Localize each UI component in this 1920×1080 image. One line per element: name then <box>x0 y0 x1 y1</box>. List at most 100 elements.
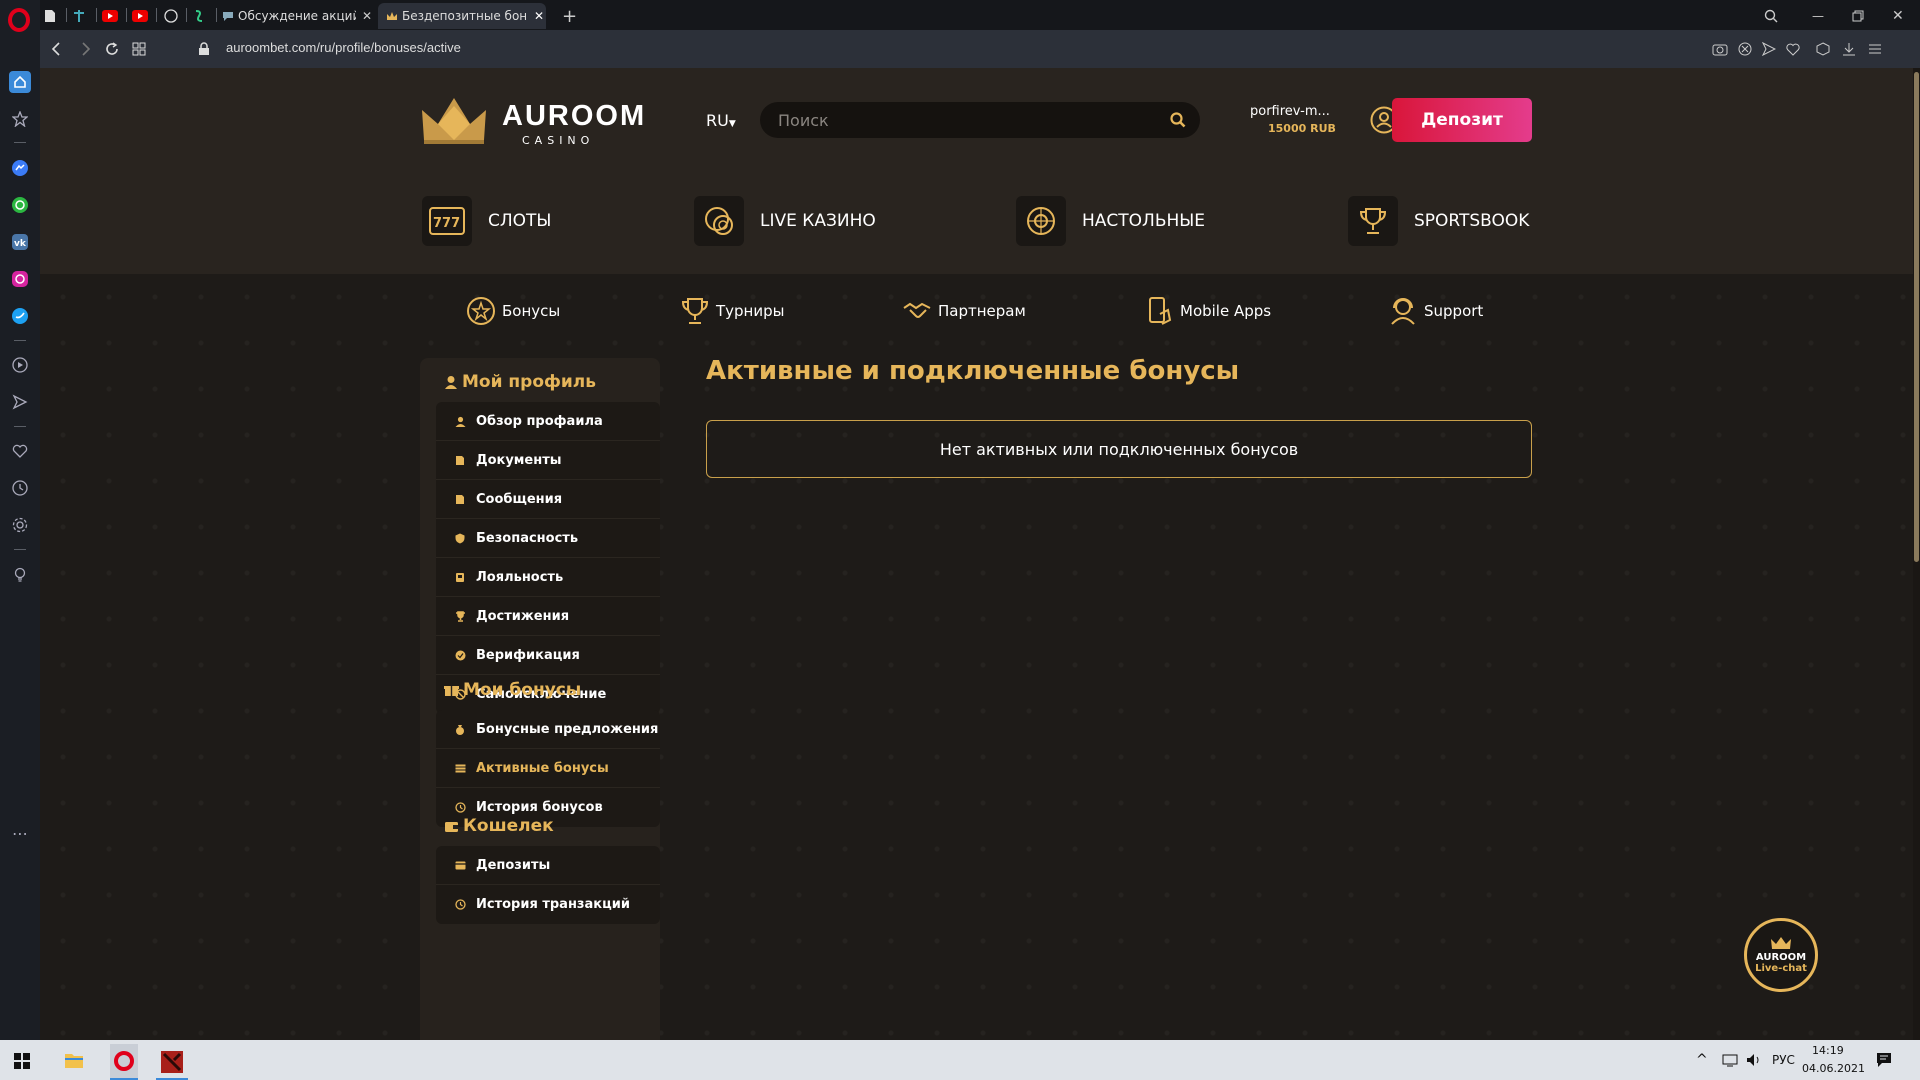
instagram-icon[interactable] <box>9 268 31 290</box>
address-bar: auroombet.com/ru/profile/bonuses/active <box>40 30 1920 68</box>
keyboard-language[interactable]: РУС <box>1772 1053 1795 1067</box>
clock-date[interactable]: 04.06.2021 <box>1802 1062 1865 1075</box>
volume-icon[interactable] <box>1746 1053 1762 1067</box>
language-select[interactable]: RU▼ <box>706 111 736 130</box>
tab-pinned-doc-icon[interactable] <box>44 3 58 29</box>
whatsapp-icon[interactable] <box>9 194 31 216</box>
close-window-button[interactable]: ✕ <box>1892 3 1904 29</box>
trophy-icon <box>1348 196 1398 246</box>
subnav-partners[interactable]: Партнерам <box>902 296 1026 326</box>
username[interactable]: porfirev-m... <box>1250 104 1330 119</box>
new-tab-button[interactable]: + <box>562 3 577 29</box>
vk-icon[interactable]: vk <box>9 231 31 253</box>
restore-button[interactable] <box>1852 3 1864 29</box>
close-tab-icon[interactable]: ✕ <box>362 9 372 23</box>
subnav-tournaments[interactable]: Турниры <box>680 296 784 326</box>
lock-icon[interactable] <box>198 42 210 56</box>
speed-dial-icon[interactable] <box>9 108 31 130</box>
history-icon[interactable] <box>9 477 31 499</box>
player-icon[interactable] <box>9 354 31 376</box>
lightbulb-icon[interactable] <box>9 564 31 586</box>
tab-youtube-icon[interactable] <box>132 3 150 29</box>
menu-deposits[interactable]: Депозиты <box>436 846 660 885</box>
caret-down-icon: ▼ <box>728 119 736 129</box>
svg-text:vk: vk <box>14 239 27 249</box>
menu-transaction-history[interactable]: История транзакций <box>436 885 660 924</box>
subnav-support[interactable]: Support <box>1388 296 1483 326</box>
live-chat-button[interactable]: AUROOM Live-chat <box>1744 918 1818 992</box>
menu-verification[interactable]: Верификация <box>436 636 660 675</box>
roulette-icon <box>1016 196 1066 246</box>
tab-active-bonuses[interactable]: Бездепозитные бонусы в ✕ <box>378 3 546 29</box>
network-icon[interactable] <box>1722 1053 1738 1067</box>
profile-menu: Обзор профаила Документы Сообщения Безоп… <box>436 402 660 714</box>
search-tabs-icon[interactable] <box>1764 3 1778 29</box>
menu-profile-overview[interactable]: Обзор профаила <box>436 402 660 441</box>
logo-title[interactable]: AUROOM <box>502 100 646 133</box>
adblock-icon[interactable] <box>1738 42 1752 56</box>
tab-discussion[interactable]: Обсуждение акций и кон ✕ <box>222 3 372 29</box>
sidebar-divider <box>14 142 26 143</box>
history-icon <box>454 899 466 910</box>
crown-logo-icon[interactable] <box>420 96 488 146</box>
search-input[interactable] <box>778 102 1158 138</box>
nav-table-games[interactable]: НАСТОЛЬНЫЕ <box>1016 196 1205 246</box>
scrollbar-thumb[interactable] <box>1914 72 1919 562</box>
windows-start-icon[interactable] <box>14 1053 30 1069</box>
reload-icon[interactable] <box>104 41 120 57</box>
nav-sportsbook[interactable]: SPORTSBOOK <box>1348 196 1529 246</box>
bonuses-menu: Бонусные предложения Активные бонусы Ист… <box>436 710 660 827</box>
download-icon[interactable] <box>1842 42 1856 56</box>
snapshot-icon[interactable] <box>1712 42 1728 56</box>
history-icon <box>454 802 466 813</box>
menu-loyalty[interactable]: Лояльность <box>436 558 660 597</box>
heart-icon[interactable] <box>9 440 31 462</box>
tabs-grid-icon[interactable] <box>132 42 146 56</box>
search-icon[interactable] <box>1170 112 1186 128</box>
page-title: Активные и подключенные бонусы <box>706 356 1240 386</box>
forward-icon[interactable] <box>78 41 92 57</box>
support-icon <box>1388 296 1418 326</box>
minimize-button[interactable]: — <box>1812 3 1824 29</box>
menu-achievements[interactable]: Достижения <box>436 597 660 636</box>
dota-taskbar-icon[interactable] <box>156 1046 188 1080</box>
messenger-icon[interactable] <box>9 157 31 179</box>
menu-security[interactable]: Безопасность <box>436 519 660 558</box>
deposit-button[interactable]: Депозит <box>1392 98 1532 142</box>
notifications-icon[interactable] <box>1876 1052 1892 1068</box>
clock-time[interactable]: 14:19 <box>1812 1044 1844 1057</box>
bookmark-heart-icon[interactable] <box>1786 42 1800 56</box>
flow-icon[interactable] <box>9 391 31 413</box>
tab-youtube-icon[interactable] <box>102 3 120 29</box>
tab-site-icon[interactable] <box>194 3 208 29</box>
extensions-icon[interactable] <box>1816 42 1830 56</box>
home-icon[interactable] <box>9 71 31 93</box>
twitter-icon[interactable] <box>9 305 31 327</box>
verification-icon <box>454 650 466 661</box>
sidebar-divider <box>14 426 26 427</box>
file-explorer-icon[interactable] <box>64 1051 84 1069</box>
search-box <box>760 102 1200 138</box>
close-tab-icon[interactable]: ✕ <box>534 9 544 23</box>
tab-site-icon[interactable] <box>164 3 180 29</box>
menu-active-bonuses[interactable]: Активные бонусы <box>436 749 660 788</box>
back-icon[interactable] <box>50 41 64 57</box>
menu-messages[interactable]: Сообщения <box>436 480 660 519</box>
profile-sidebar: Мой профиль Обзор профаила Документы Соо… <box>420 358 660 1040</box>
menu-bonus-offers[interactable]: Бонусные предложения <box>436 710 660 749</box>
nav-live-casino[interactable]: LIVE КАЗИНО <box>694 196 876 246</box>
send-icon[interactable] <box>1762 42 1776 56</box>
settings-icon[interactable] <box>9 514 31 536</box>
nav-slots[interactable]: 777 СЛОТЫ <box>422 196 551 246</box>
tray-expand-icon[interactable]: ^ <box>1696 1052 1708 1068</box>
subnav-mobile-apps[interactable]: Mobile Apps <box>1144 296 1271 326</box>
tab-pinned-site-icon[interactable] <box>72 3 86 29</box>
forum-icon <box>222 10 234 22</box>
menu-documents[interactable]: Документы <box>436 441 660 480</box>
url-text[interactable]: auroombet.com/ru/profile/bonuses/active <box>226 40 461 55</box>
opera-taskbar-icon[interactable] <box>110 1044 138 1080</box>
more-icon[interactable]: ⋯ <box>9 822 31 844</box>
easy-setup-icon[interactable] <box>1868 42 1882 56</box>
opera-logo-icon[interactable] <box>8 8 30 32</box>
subnav-bonuses[interactable]: Бонусы <box>466 296 560 326</box>
